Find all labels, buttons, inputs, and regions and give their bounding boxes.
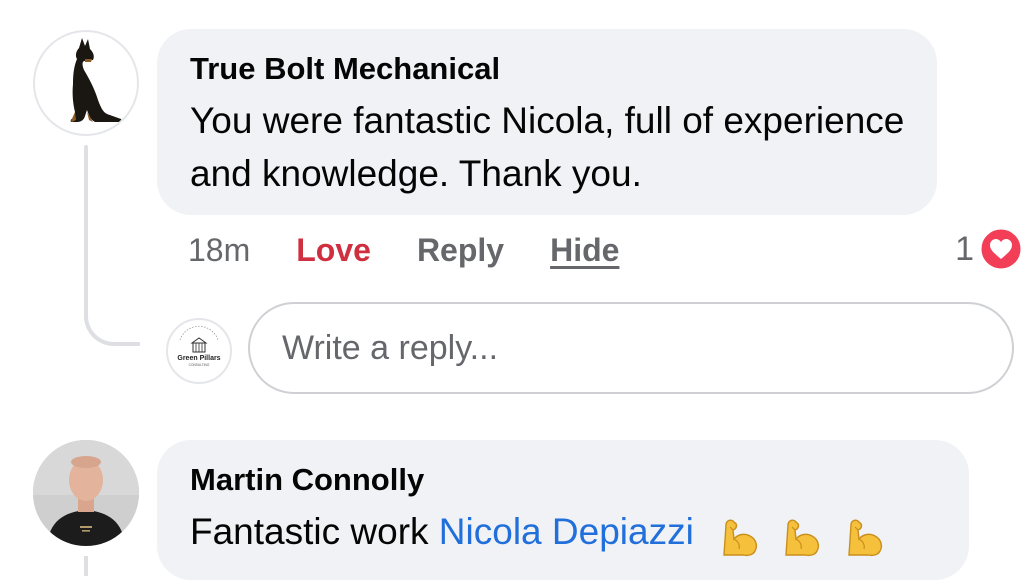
- flexed-biceps-icon: [723, 519, 758, 556]
- comment-author[interactable]: Martin Connolly: [190, 462, 424, 498]
- comment-actions: 18m Love Reply Hide: [188, 227, 665, 273]
- reply-input-placeholder: Write a reply...: [282, 328, 499, 367]
- dog-silhouette-icon: [70, 38, 122, 122]
- reaction-count: 1: [955, 229, 974, 268]
- reply-button[interactable]: Reply: [417, 232, 504, 269]
- comment-text-prefix: Fantastic work: [190, 511, 439, 552]
- reply-input[interactable]: Write a reply...: [248, 302, 1014, 394]
- green-pillars-logo-icon: Green Pillars CONSULTING: [177, 325, 221, 367]
- comment-bubble: Martin Connolly Fantastic work Nicola De…: [157, 440, 969, 580]
- mention-link[interactable]: Nicola Depiazzi: [439, 511, 694, 552]
- profile-photo-icon: [33, 440, 139, 546]
- current-user-avatar[interactable]: Green Pillars CONSULTING: [166, 318, 232, 384]
- commenter-avatar[interactable]: [33, 440, 139, 546]
- hide-button[interactable]: Hide: [550, 232, 619, 269]
- thread-connector: [84, 290, 140, 346]
- thread-line-lower: [84, 556, 88, 576]
- comment-text: You were fantastic Nicola, full of exper…: [190, 100, 905, 194]
- logo-label: Green Pillars: [177, 355, 220, 362]
- comment-author[interactable]: True Bolt Mechanical: [190, 51, 500, 87]
- flexed-biceps-icon: [785, 519, 820, 556]
- love-button[interactable]: Love: [296, 232, 371, 269]
- logo-sublabel: CONSULTING: [189, 363, 210, 367]
- comment-timestamp[interactable]: 18m: [188, 232, 250, 269]
- reaction-summary[interactable]: 1: [955, 225, 1024, 273]
- commenter-avatar[interactable]: [33, 30, 139, 136]
- flexed-biceps-icon: [847, 519, 882, 556]
- emoji-group: [718, 508, 895, 561]
- heart-reaction-icon: [978, 226, 1024, 272]
- comment-text: Fantastic work Nicola Depiazzi: [190, 505, 895, 561]
- comment-bubble: True Bolt Mechanical You were fantastic …: [157, 29, 937, 215]
